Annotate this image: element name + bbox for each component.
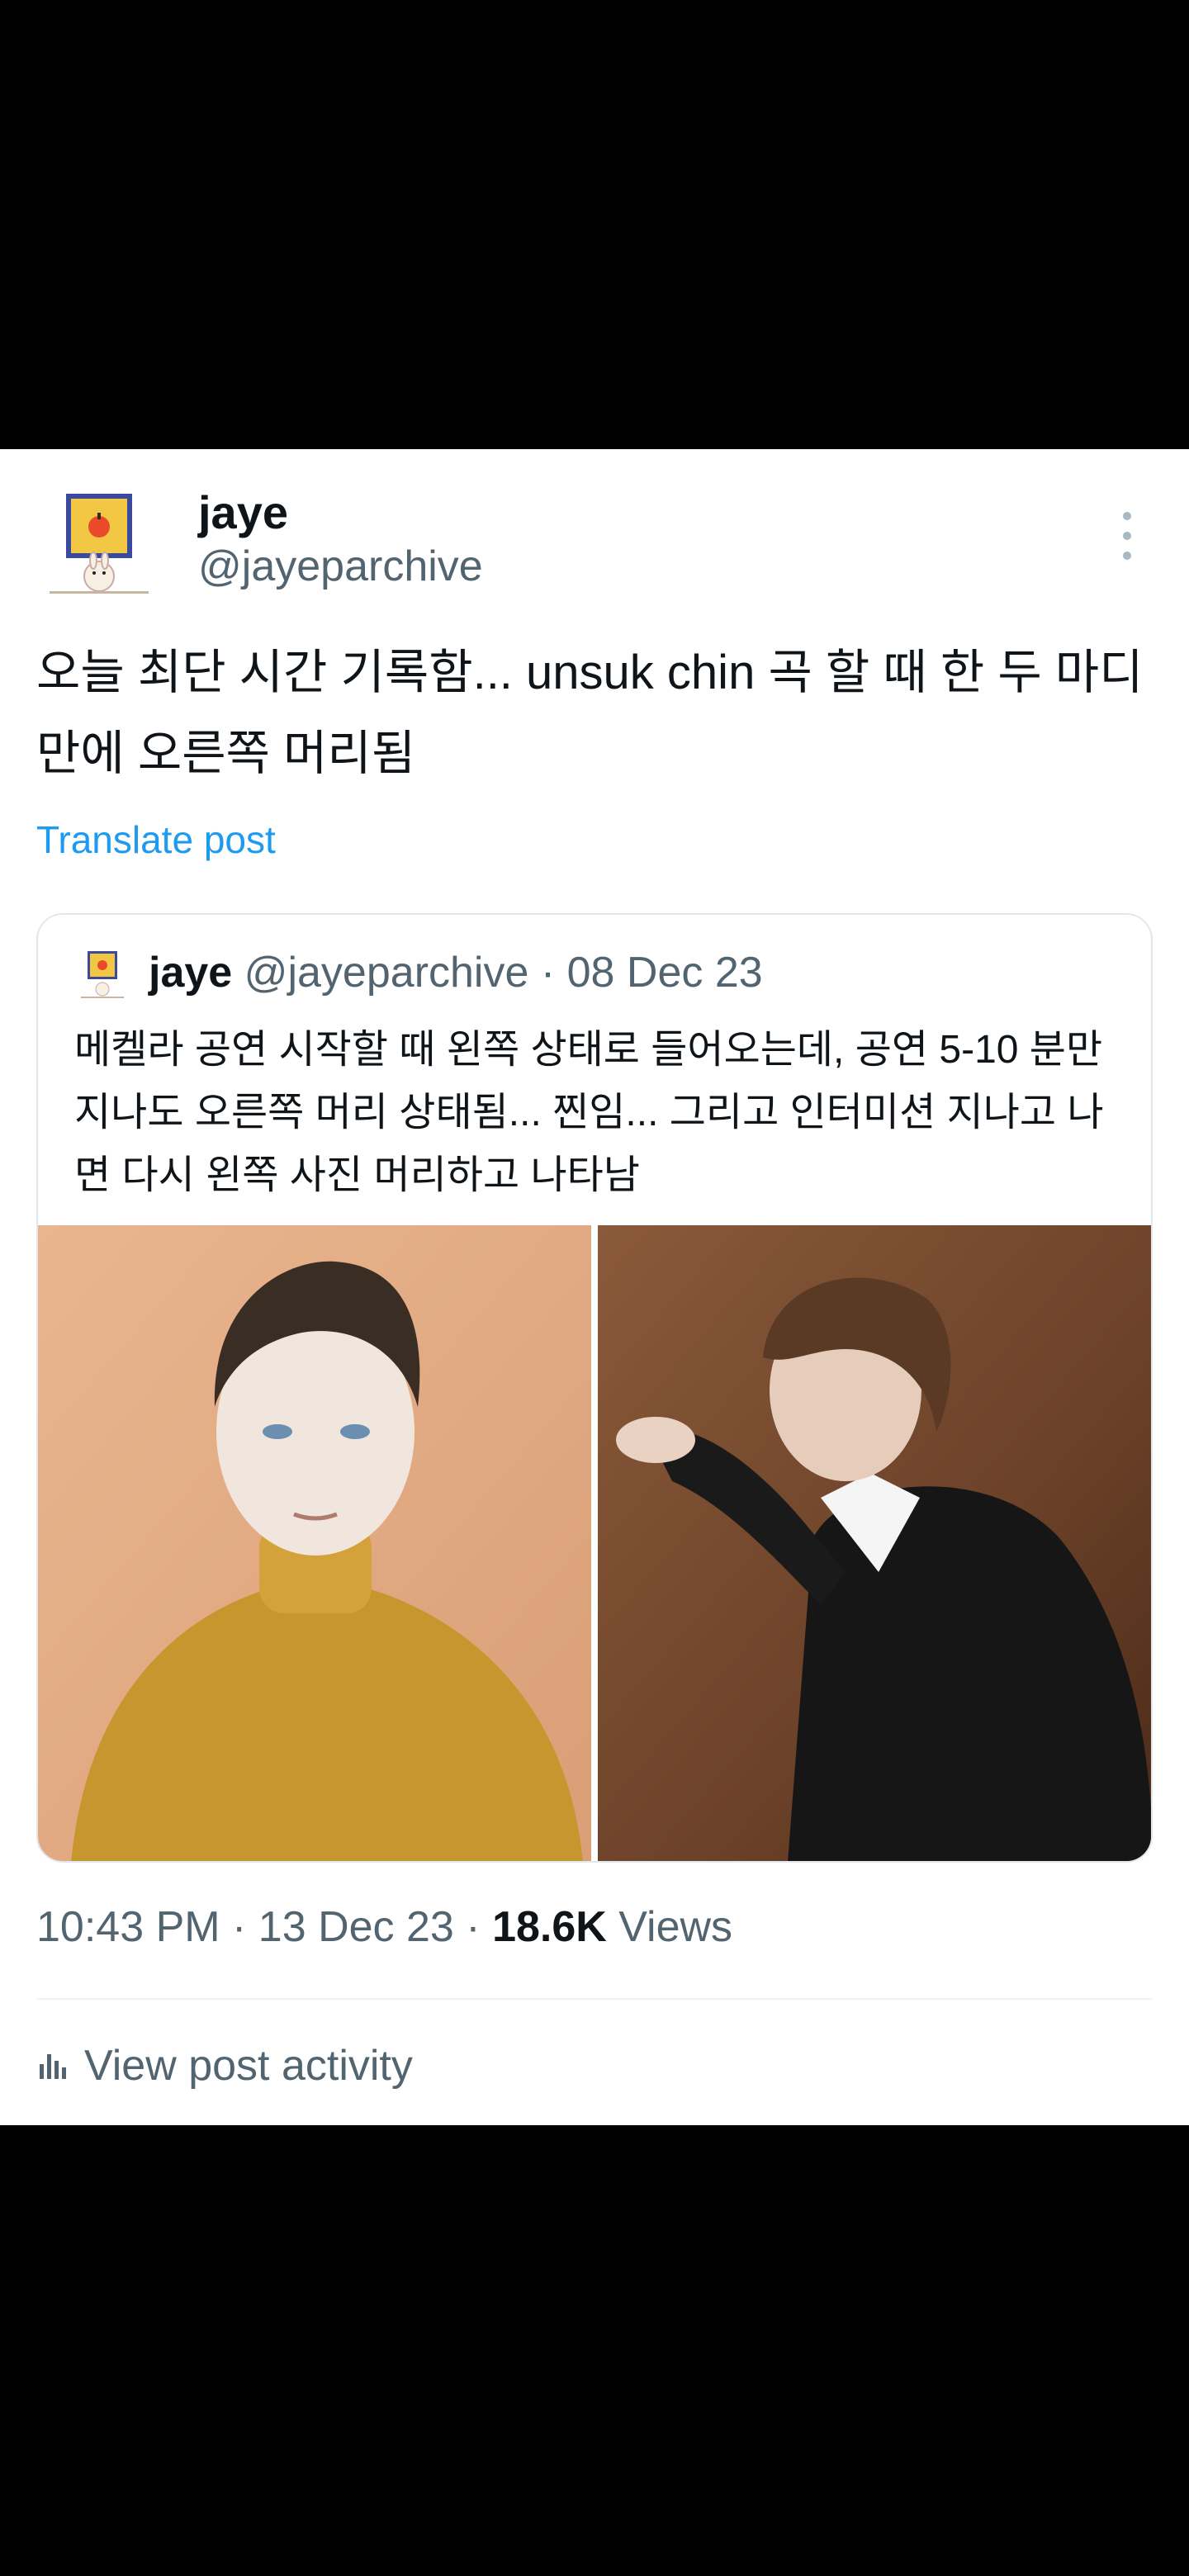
avatar[interactable]: [50, 490, 149, 598]
post-text: 오늘 최단 시간 기록함... unsuk chin 곡 할 때 한 두 마디만…: [36, 646, 1144, 780]
quoted-author-handle: @jayeparchive: [244, 949, 529, 997]
more-vertical-icon[interactable]: [1106, 507, 1148, 565]
post-date: 13 Dec 23: [258, 1903, 454, 1951]
activity-label: View post activity: [84, 2042, 413, 2090]
quoted-post[interactable]: jaye @jayeparchive · 08 Dec 23 메켈라 공연 시작…: [36, 913, 1153, 1863]
quoted-date: 08 Dec 23: [566, 949, 763, 997]
bar-chart-icon: [40, 2054, 66, 2079]
quoted-text: 메켈라 공연 시작할 때 왼쪽 상태로 들어오는데, 공연 5-10 분만 지나…: [74, 1028, 1104, 1197]
quoted-image-conductor[interactable]: [598, 1225, 1153, 1863]
views-count: 18.6K: [492, 1903, 607, 1951]
quoted-avatar: [81, 951, 124, 998]
quoted-author-name: jaye: [149, 949, 233, 997]
author-name[interactable]: jaye: [198, 485, 288, 539]
views-label: Views: [618, 1903, 733, 1951]
post-meta: 10:43 PM · 13 Dec 23 · 18.6K Views: [36, 1903, 733, 1951]
divider: [36, 1998, 1153, 2000]
separator-dot: ·: [540, 949, 556, 997]
post-time: 10:43 PM: [36, 1903, 220, 1951]
translate-post-link[interactable]: Translate post: [36, 817, 276, 862]
quoted-image-portrait[interactable]: [38, 1225, 591, 1863]
post-card: jaye @jayeparchive 오늘 최단 시간 기록함... unsuk…: [0, 449, 1189, 2125]
quoted-header: jaye @jayeparchive · 08 Dec 23: [149, 948, 763, 997]
author-handle[interactable]: @jayeparchive: [198, 542, 483, 591]
view-post-activity-button[interactable]: View post activity: [36, 2041, 413, 2091]
